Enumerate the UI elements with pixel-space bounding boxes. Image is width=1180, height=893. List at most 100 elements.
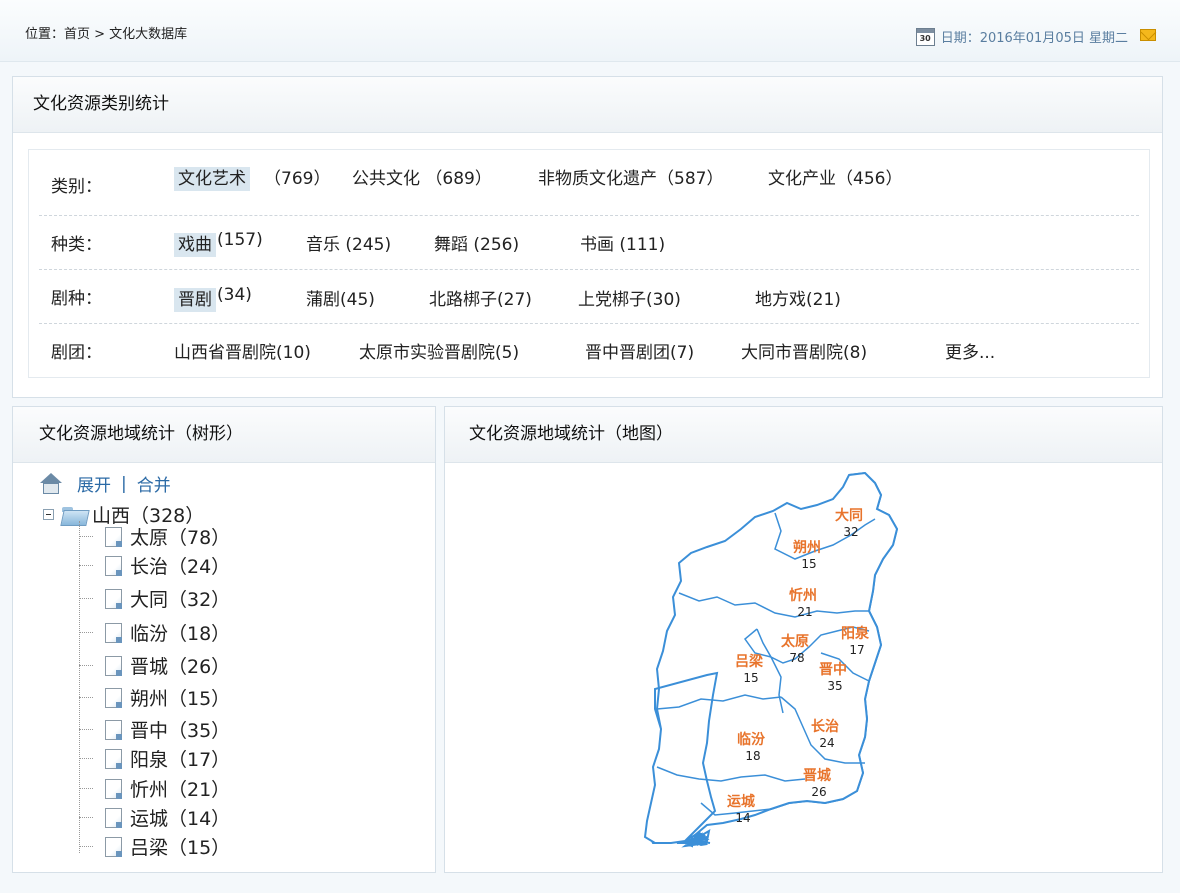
genre-item-dance[interactable]: 舞蹈 (256) <box>434 230 519 255</box>
region-tree-panel: 文化资源地域统计（树形） 展开 | 合并 山西（328） 太原（78） 长治（24… <box>12 406 436 873</box>
file-icon <box>105 622 122 643</box>
file-icon <box>105 526 122 547</box>
map-region-value: 17 <box>849 643 864 657</box>
troupe-item-jinzhong[interactable]: 晋中晋剧团(7) <box>585 338 694 363</box>
map-region-name[interactable]: 晋中 <box>819 661 847 678</box>
map-panel-title: 文化资源地域统计（地图） <box>445 407 1162 463</box>
genre-item-opera[interactable]: 戏曲 <box>174 230 216 257</box>
row-label: 种类： <box>51 235 102 255</box>
tree-child-label: 临汾（18） <box>130 623 231 645</box>
file-icon <box>105 687 122 708</box>
expand-link[interactable]: 展开 <box>77 471 111 496</box>
opera-type-row: 剧种： 晋剧 (34) 蒲剧(45) 北路梆子(27) 上党梆子(30) 地方戏… <box>39 270 1139 324</box>
file-icon <box>105 588 122 609</box>
file-icon <box>105 748 122 769</box>
map-region-name[interactable]: 长治 <box>811 718 839 735</box>
category-item-public-culture[interactable]: 公共文化 （689） <box>352 164 492 189</box>
tree-connector-line <box>79 729 93 730</box>
map-region-value: 32 <box>843 525 858 539</box>
tree-child-label: 运城（14） <box>130 808 231 830</box>
category-item-culture-industry[interactable]: 文化产业（456） <box>768 164 902 189</box>
region-map-panel: 文化资源地域统计（地图） 大同 32 朔州 15 忻州 21 阳泉 17 太原 78 吕梁 15 晋中 3… <box>444 406 1163 873</box>
opera-item-shangdang[interactable]: 上党梆子(30) <box>578 285 681 310</box>
opera-item-jinju[interactable]: 晋剧 <box>174 285 216 312</box>
tree-child-label: 大同（32） <box>130 589 231 611</box>
map-region-value: 78 <box>789 651 804 665</box>
opera-item-beilu[interactable]: 北路梆子(27) <box>429 285 532 310</box>
home-icon[interactable] <box>39 472 63 495</box>
tree-child-node[interactable]: 太原（78） <box>79 523 230 550</box>
map-region-name[interactable]: 大同 <box>835 507 863 524</box>
genre-item-count: (157) <box>217 230 263 250</box>
category-stats-panel: 文化资源类别统计 类别： 文化艺术 （769） 公共文化 （689） 非物质文化… <box>12 76 1163 398</box>
tree-connector-line <box>79 846 93 847</box>
tree-child-label: 吕梁（15） <box>130 837 231 859</box>
file-icon <box>105 778 122 799</box>
tree-child-node[interactable]: 忻州（21） <box>79 775 230 802</box>
more-link[interactable]: 更多... <box>945 338 995 363</box>
file-icon <box>105 719 122 740</box>
genre-item-painting[interactable]: 书画 (111) <box>580 230 665 255</box>
tree-child-node[interactable]: 晋城（26） <box>79 652 230 679</box>
file-icon <box>105 655 122 676</box>
troupe-item-shanxi[interactable]: 山西省晋剧院(10) <box>174 338 311 363</box>
tree-child-node[interactable]: 运城（14） <box>79 804 230 831</box>
map-region-name[interactable]: 临汾 <box>737 731 765 748</box>
category-box: 类别： 文化艺术 （769） 公共文化 （689） 非物质文化遗产（587） 文… <box>28 149 1150 378</box>
genre-row: 种类： 戏曲 (157) 音乐 (245) 舞蹈 (256) 书画 (111) <box>39 216 1139 270</box>
map-region-value: 15 <box>801 557 816 571</box>
category-panel-title: 文化资源类别统计 <box>13 77 1162 133</box>
tree-child-node[interactable]: 晋中（35） <box>79 716 230 743</box>
top-bar: 位置：首页 > 文化大数据库 30 日期：2016年01月05日 星期二 <box>0 0 1180 62</box>
map-region-value: 15 <box>743 671 758 685</box>
toolbar-separator: | <box>121 473 127 494</box>
genre-item-music[interactable]: 音乐 (245) <box>306 230 391 255</box>
tree-child-node[interactable]: 朔州（15） <box>79 684 230 711</box>
row-label: 剧种： <box>51 289 102 309</box>
map-region-value: 14 <box>735 811 750 825</box>
map-region-name[interactable]: 太原 <box>781 633 809 650</box>
map-region-name[interactable]: 忻州 <box>789 587 817 604</box>
file-icon <box>105 807 122 828</box>
tree-toolbar: 展开 | 合并 <box>39 471 171 496</box>
date-text: 日期：2016年01月05日 星期二 <box>940 31 1128 46</box>
tree-connector-line <box>79 665 93 666</box>
map-region-name[interactable]: 朔州 <box>793 539 821 556</box>
file-icon <box>105 555 122 576</box>
collapse-toggle-icon[interactable] <box>43 509 54 520</box>
map-region-value: 21 <box>797 605 812 619</box>
tree-child-label: 太原（78） <box>130 527 231 549</box>
tree-child-node[interactable]: 大同（32） <box>79 585 230 612</box>
map-region-name[interactable]: 阳泉 <box>841 625 870 642</box>
tree-child-node[interactable]: 阳泉（17） <box>79 745 230 772</box>
map-region-name[interactable]: 吕梁 <box>735 653 764 670</box>
tree-connector-line <box>79 758 93 759</box>
category-item-culture-art[interactable]: 文化艺术 <box>174 164 250 191</box>
troupe-item-datong[interactable]: 大同市晋剧院(8) <box>741 338 867 363</box>
tree-connector-line <box>79 697 93 698</box>
tree-child-label: 朔州（15） <box>130 688 231 710</box>
opera-item-local[interactable]: 地方戏(21) <box>755 285 841 310</box>
tree-child-label: 晋中（35） <box>130 720 231 742</box>
opera-item-count: (34) <box>217 285 252 305</box>
troupe-row: 剧团： 山西省晋剧院(10) 太原市实验晋剧院(5) 晋中晋剧团(7) 大同市晋… <box>39 324 1139 378</box>
category-row: 类别： 文化艺术 （769） 公共文化 （689） 非物质文化遗产（587） 文… <box>39 150 1139 216</box>
tree-panel-title: 文化资源地域统计（树形） <box>13 407 435 463</box>
mail-icon[interactable] <box>1140 29 1156 41</box>
tree-child-node[interactable]: 长治（24） <box>79 552 230 579</box>
troupe-item-taiyuan[interactable]: 太原市实验晋剧院(5) <box>359 338 519 363</box>
tree-connector-line <box>79 565 93 566</box>
opera-item-puju[interactable]: 蒲剧(45) <box>306 285 375 310</box>
row-label: 剧团： <box>51 343 102 363</box>
map-region-name[interactable]: 晋城 <box>803 767 831 784</box>
category-item-intangible-heritage[interactable]: 非物质文化遗产（587） <box>538 164 723 189</box>
date-display: 30 日期：2016年01月05日 星期二 <box>915 27 1128 46</box>
file-icon <box>105 836 122 857</box>
tree-connector-line <box>79 536 93 537</box>
map-region-value: 24 <box>819 736 834 750</box>
map-region-name[interactable]: 运城 <box>727 793 755 810</box>
tree-child-node[interactable]: 临汾（18） <box>79 619 230 646</box>
calendar-icon: 30 <box>915 27 935 46</box>
tree-child-node[interactable]: 吕梁（15） <box>79 833 230 860</box>
collapse-link[interactable]: 合并 <box>137 471 171 496</box>
